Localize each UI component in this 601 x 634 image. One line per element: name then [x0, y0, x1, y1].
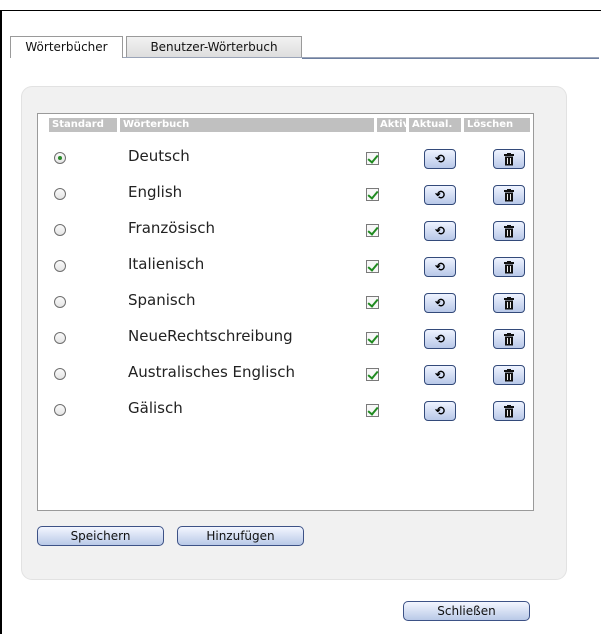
default-radio[interactable]: [54, 152, 66, 164]
trash-icon[interactable]: [493, 365, 525, 385]
table-row: Gälisch ⟲: [38, 391, 533, 427]
table-row: NeueRechtschreibung ⟲: [38, 319, 533, 355]
window-top-border: [0, 10, 601, 11]
default-radio[interactable]: [54, 224, 66, 236]
tab-dictionaries[interactable]: Wörterbücher: [10, 36, 123, 58]
active-checkbox[interactable]: [366, 152, 379, 165]
active-checkbox[interactable]: [366, 224, 379, 237]
active-checkbox[interactable]: [366, 404, 379, 417]
refresh-icon[interactable]: ⟲: [424, 185, 456, 205]
window-left-border: [0, 10, 2, 634]
default-radio[interactable]: [54, 296, 66, 308]
save-button[interactable]: Speichern: [37, 526, 164, 546]
default-radio[interactable]: [54, 260, 66, 272]
trash-icon[interactable]: [493, 149, 525, 169]
trash-icon-glyph: [504, 189, 514, 202]
trash-icon[interactable]: [493, 257, 525, 277]
table-row: Französisch ⟲: [38, 211, 533, 247]
dictionary-name: Französisch: [128, 219, 216, 237]
active-checkbox[interactable]: [366, 332, 379, 345]
dictionary-table: Standard Wörterbuch Aktiv Aktual. Lösche…: [37, 113, 534, 511]
refresh-icon[interactable]: ⟲: [424, 329, 456, 349]
dictionary-name: NeueRechtschreibung: [128, 327, 293, 345]
active-checkbox[interactable]: [366, 368, 379, 381]
refresh-icon[interactable]: ⟲: [424, 221, 456, 241]
table-row: Spanisch ⟲: [38, 283, 533, 319]
trash-icon-glyph: [504, 333, 514, 346]
dictionary-name: Australisches Englisch: [128, 363, 295, 381]
default-radio[interactable]: [54, 368, 66, 380]
header-update: Aktual.: [409, 118, 461, 132]
close-button[interactable]: Schließen: [403, 601, 530, 621]
add-button[interactable]: Hinzufügen: [177, 526, 304, 546]
refresh-icon[interactable]: ⟲: [424, 293, 456, 313]
trash-icon-glyph: [504, 405, 514, 418]
dictionary-name: Gälisch: [128, 399, 183, 417]
table-row: Italienisch ⟲: [38, 247, 533, 283]
default-radio[interactable]: [54, 188, 66, 200]
refresh-icon[interactable]: ⟲: [424, 365, 456, 385]
header-standard: Standard: [49, 118, 117, 132]
active-checkbox[interactable]: [366, 296, 379, 309]
trash-icon-glyph: [504, 297, 514, 310]
default-radio[interactable]: [54, 332, 66, 344]
table-row: Australisches Englisch ⟲: [38, 355, 533, 391]
refresh-icon[interactable]: ⟲: [424, 257, 456, 277]
refresh-icon[interactable]: ⟲: [424, 149, 456, 169]
header-dictionary: Wörterbuch: [120, 118, 374, 132]
trash-icon-glyph: [504, 261, 514, 274]
dictionary-name: Spanisch: [128, 291, 196, 309]
trash-icon[interactable]: [493, 221, 525, 241]
dictionary-name: English: [128, 183, 183, 201]
active-checkbox[interactable]: [366, 188, 379, 201]
trash-icon-glyph: [504, 369, 514, 382]
default-radio[interactable]: [54, 404, 66, 416]
active-checkbox[interactable]: [366, 260, 379, 273]
dictionary-name: Deutsch: [128, 147, 190, 165]
trash-icon[interactable]: [493, 293, 525, 313]
trash-icon-glyph: [504, 225, 514, 238]
table-row: English ⟲: [38, 175, 533, 211]
dictionary-name: Italienisch: [128, 255, 205, 273]
trash-icon-glyph: [504, 153, 514, 166]
trash-icon[interactable]: [493, 185, 525, 205]
table-row: Deutsch ⟲: [38, 139, 533, 175]
header-delete: Löschen: [464, 118, 530, 132]
tab-bar-accent-line: [302, 58, 599, 59]
trash-icon[interactable]: [493, 401, 525, 421]
refresh-icon[interactable]: ⟲: [424, 401, 456, 421]
header-active: Aktiv: [377, 118, 409, 132]
trash-icon[interactable]: [493, 329, 525, 349]
tab-user-dictionary[interactable]: Benutzer-Wörterbuch: [126, 36, 302, 57]
